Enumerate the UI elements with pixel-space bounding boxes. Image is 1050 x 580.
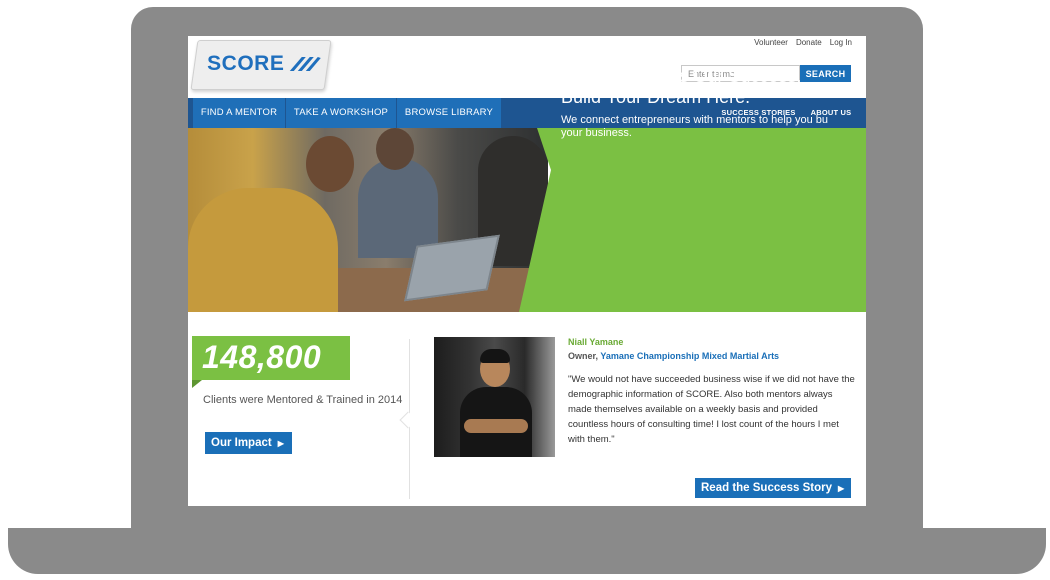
hero-green-panel <box>519 128 866 312</box>
hero-subtext-line1: We connect entrepreneurs with mentors to… <box>561 114 829 126</box>
caret-right-icon: ▶ <box>838 484 845 493</box>
logo-text: SCORE <box>207 52 285 75</box>
hero-subtext-line2: your business. <box>561 127 632 139</box>
laptop-base <box>8 528 1046 574</box>
nav-find-a-mentor[interactable]: FIND A MENTOR <box>193 98 285 128</box>
stat-number: 148,800 <box>202 339 322 375</box>
stat-caption: Clients were Mentored & Trained in 2014 <box>203 394 403 406</box>
utility-links: Volunteer Donate Log In <box>754 38 852 47</box>
hero-headline: Your Success is Our Success. Build Your … <box>561 66 861 108</box>
testimonial-photo <box>434 337 555 457</box>
login-link[interactable]: Log In <box>830 38 852 47</box>
volunteer-link[interactable]: Volunteer <box>754 38 788 47</box>
nav-browse-library[interactable]: BROWSE LIBRARY <box>397 98 501 128</box>
logo-swoosh-icon <box>288 53 322 80</box>
read-success-story-button[interactable]: Read the Success Story ▶ <box>695 478 851 498</box>
hero-banner <box>188 128 866 312</box>
hero-photo <box>188 128 548 312</box>
caret-right-icon: ▶ <box>277 439 284 448</box>
website-screen: SCORE Volunteer Donate Log In SEARCH FIN… <box>188 36 866 506</box>
our-impact-button[interactable]: Our Impact ▶ <box>205 432 292 454</box>
testimonial-company-link[interactable]: Yamane Championship Mixed Martial Arts <box>600 351 779 361</box>
hero-subtext: We connect entrepreneurs with mentors to… <box>561 114 866 140</box>
testimonial-name: Niall Yamane <box>568 337 624 347</box>
nav-take-a-workshop[interactable]: TAKE A WORKSHOP <box>286 98 396 128</box>
score-logo[interactable]: SCORE <box>190 40 332 90</box>
donate-link[interactable]: Donate <box>796 38 822 47</box>
stat-banner-fold <box>192 380 202 388</box>
hero-headline-line2: Build Your Dream Here. <box>561 87 751 107</box>
our-impact-label: Our Impact <box>211 437 272 449</box>
divider-notch <box>399 411 417 429</box>
testimonial-role: Owner, Yamane Championship Mixed Martial… <box>568 351 779 361</box>
hero-headline-line1: Your Success is Our Success. <box>561 66 802 86</box>
testimonial-quote: "We would not have succeeded business wi… <box>568 374 855 445</box>
read-success-story-label: Read the Success Story <box>701 482 833 494</box>
testimonial-role-prefix: Owner, <box>568 351 599 361</box>
